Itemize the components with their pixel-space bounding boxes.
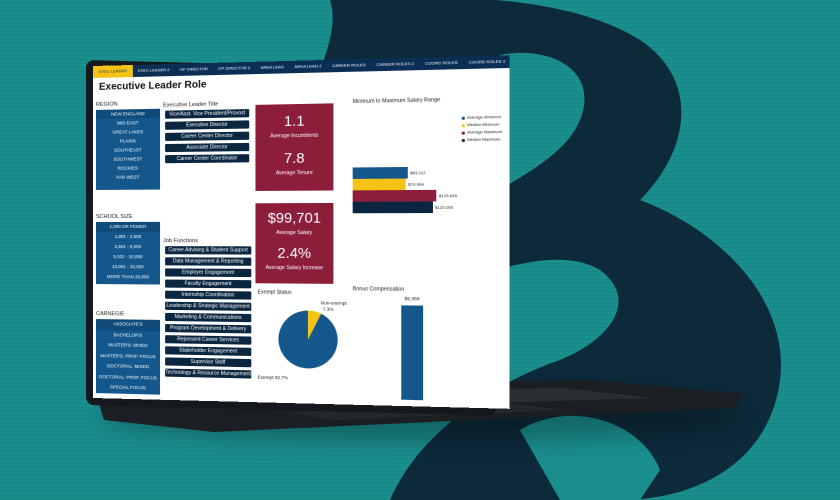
- salary-bar-label: $125,645: [438, 192, 458, 199]
- exec-title-item[interactable]: Career Center Director: [165, 131, 250, 141]
- exempt-label: Exempt 92.7%: [257, 374, 289, 381]
- avg-incumbents-label: Average Incumbents: [270, 132, 319, 140]
- tab-coord-roles[interactable]: COORD ROLES: [420, 56, 464, 70]
- job-function-item[interactable]: Faculty Engagement: [165, 279, 252, 289]
- bonus-bar: [401, 305, 424, 401]
- avg-salary-value: $99,701: [267, 209, 321, 226]
- job-function-item[interactable]: Internship Coordination: [165, 290, 252, 300]
- job-function-item[interactable]: Represent Career Services: [165, 335, 252, 345]
- carnegie-item[interactable]: DOCTORAL: PROF. FOCUS: [96, 372, 160, 384]
- exempt-pie: [278, 310, 338, 370]
- school-size-filter: 1,000 OR FEWER 1,001 - 2,500 2,501 - 5,0…: [95, 221, 161, 285]
- job-function-item[interactable]: Employer Engagement: [165, 268, 252, 278]
- avg-incumbents-value: 1.1: [283, 112, 305, 130]
- salary-bar: [352, 166, 408, 179]
- job-function-item[interactable]: Program Development & Delivery: [165, 324, 252, 334]
- school-size-item[interactable]: MORE THAN 20,000: [96, 272, 160, 283]
- bonus-chart-title: Bonus Compensation: [352, 286, 405, 293]
- exempt-chart-title: Exempt Status: [257, 289, 292, 296]
- tab-exec-leader[interactable]: EXEC LEADER: [93, 64, 133, 78]
- exec-title-label: Executive Leader Title: [163, 101, 219, 109]
- job-function-item[interactable]: Leadership & Strategic Management: [165, 301, 252, 311]
- salary-bar-label: $79,964: [408, 181, 424, 187]
- carnegie-filter: ASSOCIATE'S BACHELOR'S MASTER'S: MIXED M…: [95, 319, 161, 395]
- exec-title-item[interactable]: Associate Director: [165, 142, 250, 153]
- tab-career-roles[interactable]: CAREER ROLES: [327, 59, 371, 73]
- tab-area-lead-2[interactable]: AREA LEAD 2: [289, 60, 327, 73]
- tab-exec-leader-2[interactable]: EXEC LEADER 2: [133, 64, 175, 77]
- kpi-incumbents-tenure: 1.1 Average Incumbents 7.8 Average Tenur…: [255, 103, 334, 191]
- exec-title-item[interactable]: Career Center Coordinator: [165, 154, 250, 164]
- bonus-value: $5,359: [404, 295, 420, 302]
- exec-title-item[interactable]: Executive Director: [165, 120, 250, 130]
- tab-op-director[interactable]: OP DIRECTOR: [175, 63, 213, 76]
- avg-increase-label: Average Salary Increase: [265, 264, 324, 272]
- legend-dot-icon: [461, 138, 465, 142]
- legend-median-minimum: Median Minimum: [461, 122, 500, 128]
- job-function-item[interactable]: Stakeholder Engagement: [165, 346, 252, 356]
- avg-tenure-value: 7.8: [283, 149, 305, 167]
- region-filter: NEW ENGLAND MID EAST GREAT LAKES PLAINS …: [95, 108, 161, 190]
- tab-area-lead[interactable]: AREA LEAD: [255, 61, 289, 74]
- legend-label: Median Maximum: [467, 137, 501, 143]
- salary-bar: [352, 189, 437, 202]
- avg-increase-value: 2.4%: [277, 244, 312, 261]
- tab-coord-roles-2[interactable]: COORD ROLES 2: [463, 55, 509, 69]
- carnegie-item[interactable]: SPECIAL FOCUS: [96, 382, 160, 394]
- salary-bar: [352, 178, 406, 191]
- dashboard-screen: EXEC LEADER EXEC LEADER 2 OP DIRECTOR OP…: [93, 55, 510, 409]
- school-size-item[interactable]: 5,001 - 10,000: [96, 252, 160, 262]
- avg-tenure-label: Average Tenure: [275, 169, 313, 177]
- legend-dot-icon: [461, 123, 465, 127]
- job-function-item[interactable]: Career Advising & Student Support: [165, 246, 252, 255]
- job-function-item[interactable]: Supervise Staff: [165, 357, 252, 368]
- school-size-item[interactable]: 10,001 - 20,000: [96, 262, 160, 272]
- region-label: REGION: [95, 101, 118, 108]
- page-title: Executive Leader Role: [98, 79, 207, 93]
- legend-dot-icon: [461, 130, 465, 135]
- carnegie-label: CARNEGIE: [95, 311, 125, 318]
- salary-bar: [352, 201, 433, 214]
- school-size-item[interactable]: 1,000 OR FEWER: [95, 221, 161, 232]
- nonexempt-label: Non-exempt: [320, 300, 347, 306]
- salary-chart-title: Minimum to Maximum Salary Range: [352, 97, 441, 106]
- job-function-item[interactable]: Data Management & Reporting: [165, 257, 252, 266]
- job-function-item[interactable]: Technology & Resource Management: [165, 368, 252, 379]
- legend-median-maximum: Median Maximum: [461, 137, 501, 143]
- avg-salary-label: Average Salary: [276, 229, 313, 237]
- legend-label: Average Minimum: [467, 114, 502, 120]
- job-function-item[interactable]: Marketing & Communications: [165, 312, 252, 323]
- carnegie-item[interactable]: MASTER'S: PROF. FOCUS: [96, 351, 160, 363]
- exec-title-item[interactable]: Vice/Asst. Vice President/Provost: [165, 109, 250, 119]
- kpi-salary: $99,701 Average Salary 2.4% Average Sala…: [255, 202, 334, 284]
- region-item[interactable]: FAR WEST: [96, 172, 160, 182]
- legend-average-minimum: Average Minimum: [461, 114, 502, 120]
- tab-op-director-2[interactable]: OP DIRECTOR 2: [213, 62, 255, 75]
- school-size-item[interactable]: 1,001 - 2,500: [96, 232, 160, 242]
- salary-bar-label: $83,112: [410, 169, 426, 176]
- school-size-item[interactable]: 2,501 - 5,000: [96, 242, 160, 252]
- legend-label: Median Minimum: [467, 122, 500, 128]
- tab-career-roles-2[interactable]: CAREER ROLES 2: [371, 58, 420, 72]
- legend-dot-icon: [461, 116, 465, 120]
- job-functions-label: Job Functions: [163, 238, 198, 245]
- legend-label: Average Maximum: [467, 129, 503, 135]
- school-size-label: SCHOOL SIZE: [95, 213, 133, 220]
- salary-bar-label: $120,000: [434, 204, 454, 210]
- legend-average-maximum: Average Maximum: [461, 129, 503, 135]
